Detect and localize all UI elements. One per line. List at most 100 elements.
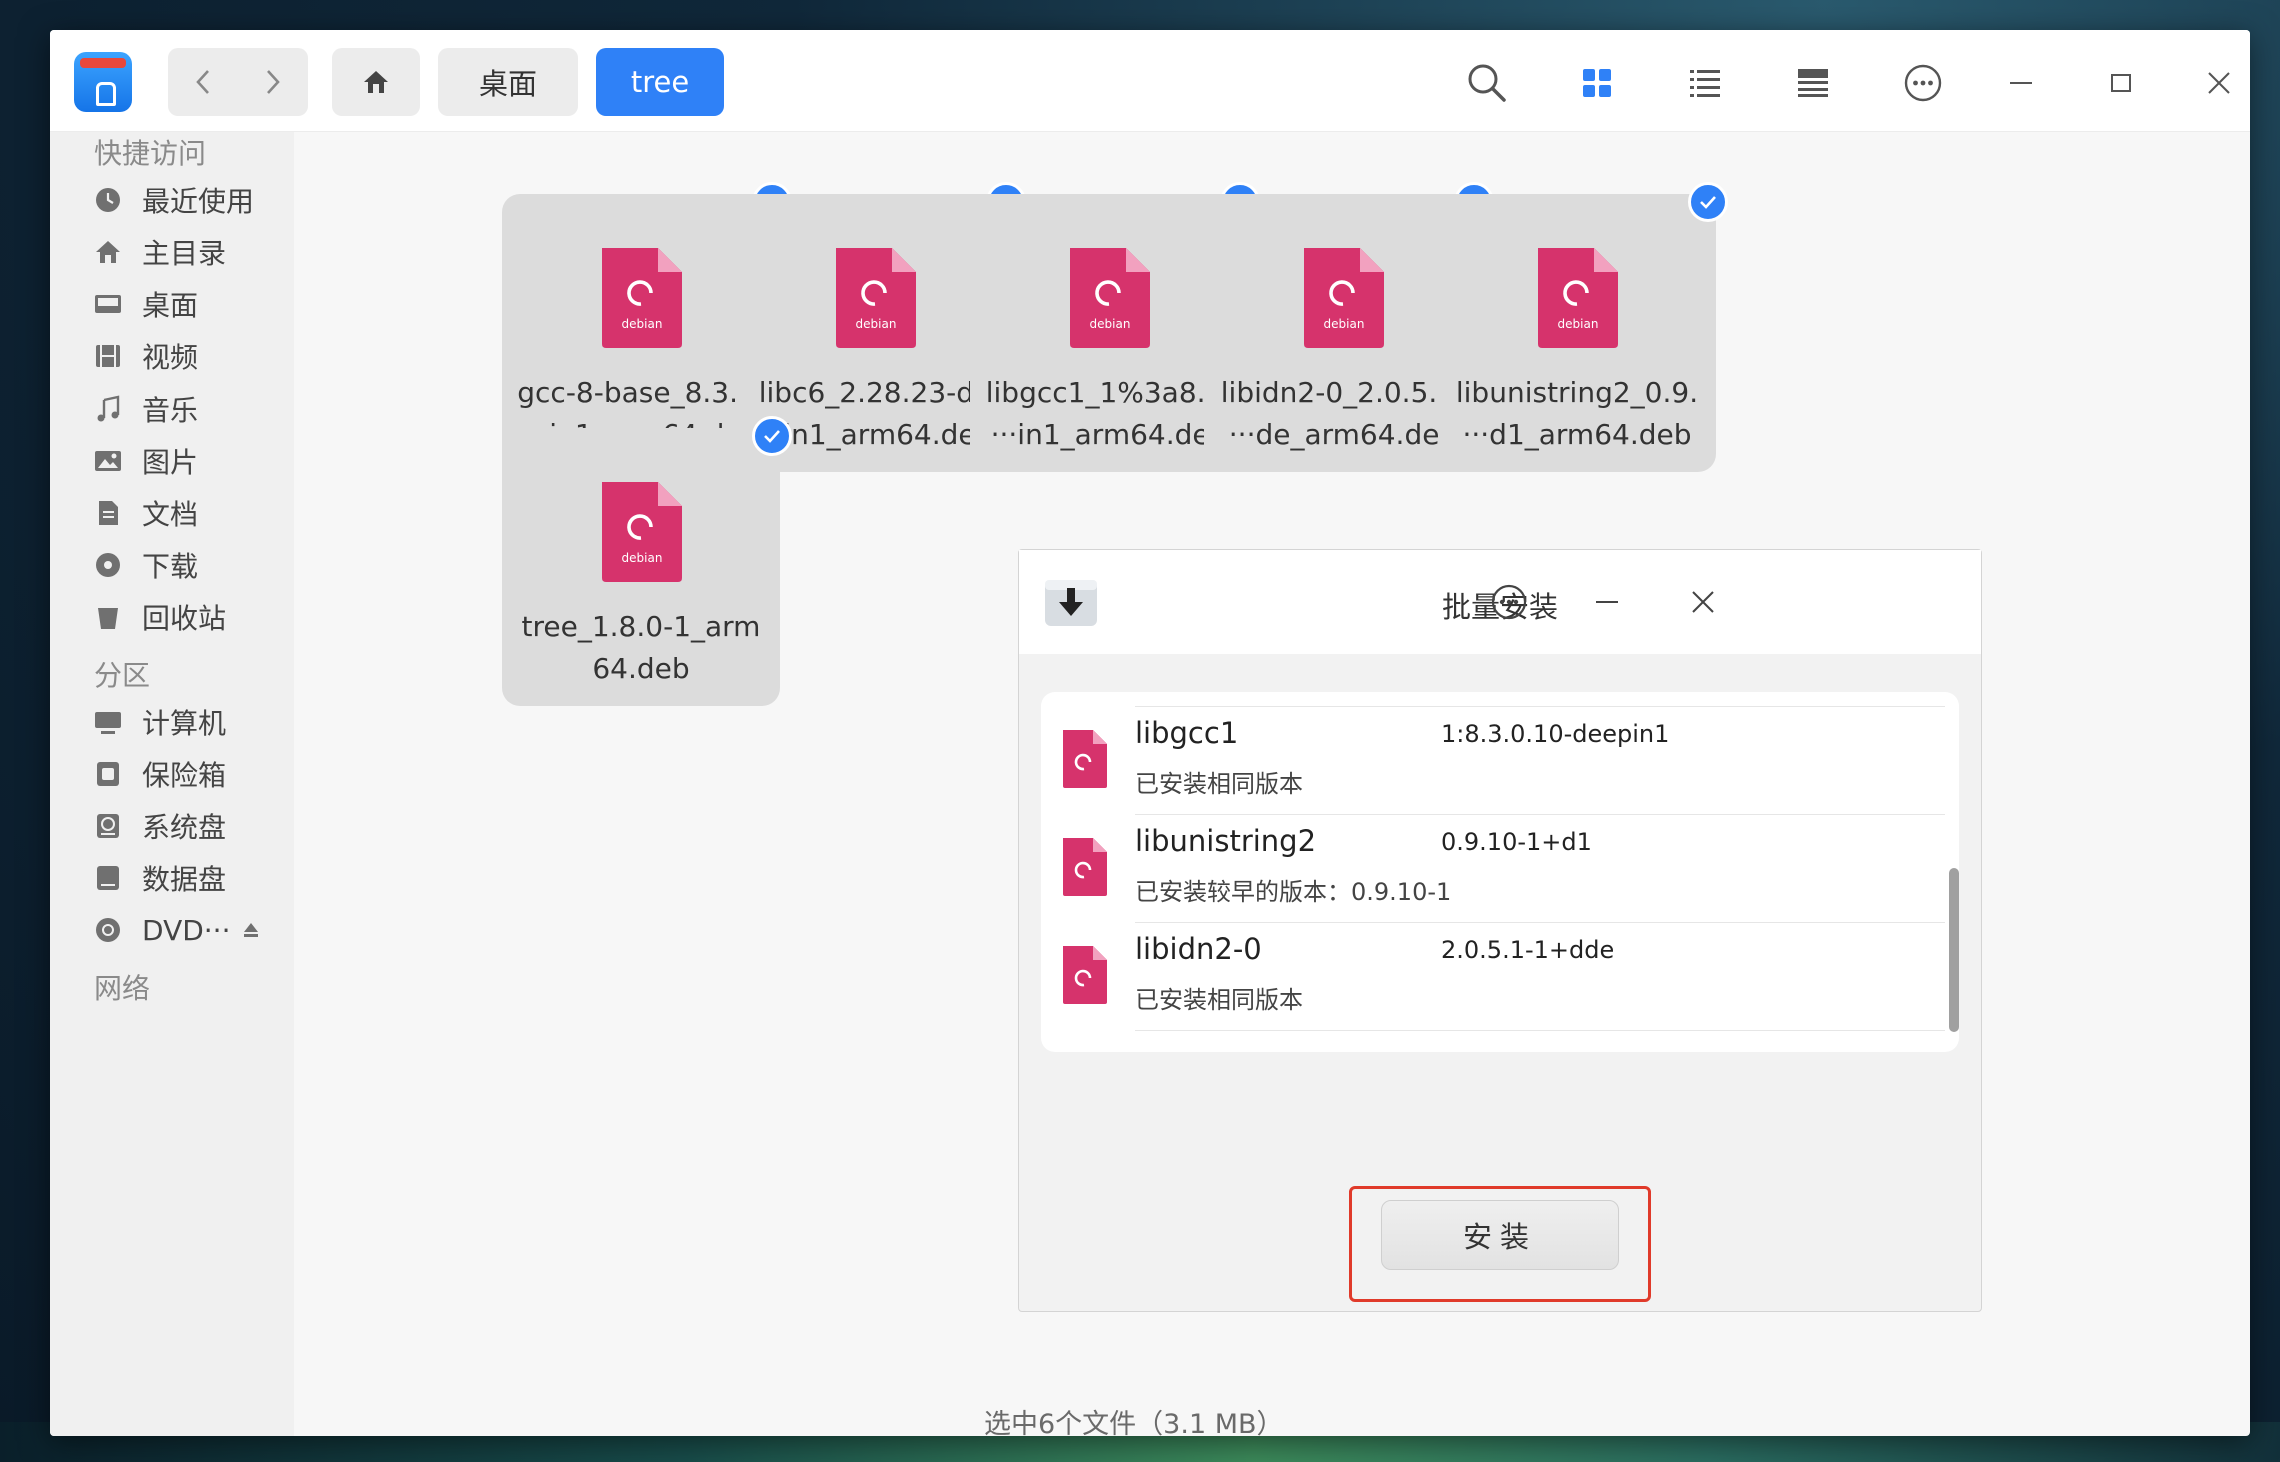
file-manager-window: 桌面 tree 快捷访问 最近使用 主目录 桌面 视频 音乐 图片 文档 下载 …: [50, 30, 2250, 1436]
close-icon: [2208, 72, 2230, 94]
sidebar-item-dvd[interactable]: DVD···: [94, 905, 260, 955]
sidebar-item-label: 数据盘: [142, 863, 227, 896]
package-status: 已安装相同版本: [1135, 770, 1303, 798]
package-list[interactable]: libgcc1 1:8.3.0.10-deepin1 已安装相同版本 libun…: [1041, 692, 1959, 1052]
file-tile[interactable]: debian tree_1.8.0-1_arm 64.deb: [502, 416, 792, 706]
file-type-badge: debian: [622, 317, 663, 331]
sidebar-item-label: 系统盘: [142, 811, 227, 844]
close-button[interactable]: [2194, 58, 2244, 108]
file-name-line: ···d1_arm64.deb: [1462, 418, 1692, 451]
selected-check-icon[interactable]: [752, 416, 792, 456]
main-menu-button[interactable]: [1898, 58, 1948, 108]
sidebar-item-label: 计算机: [142, 707, 227, 740]
detail-pane-button[interactable]: [1788, 58, 1838, 108]
chevron-right-icon: [267, 70, 280, 94]
package-version: 2.0.5.1-1+dde: [1441, 936, 1615, 964]
clock-icon: [96, 188, 120, 212]
home-icon: [96, 241, 120, 263]
sidebar-section-network: 网络: [94, 972, 151, 1005]
data-disk-icon: [97, 866, 119, 890]
sidebar-item-computer[interactable]: 计算机: [94, 697, 226, 747]
list-view-icon: [1690, 70, 1720, 97]
sidebar-item-downloads[interactable]: 下载: [94, 540, 198, 590]
sidebar-section-quick-access: 快捷访问: [94, 137, 207, 170]
sidebar-item-trash[interactable]: 回收站: [94, 592, 226, 642]
list-view-button[interactable]: [1680, 58, 1730, 108]
debian-package-icon: debian: [602, 248, 682, 348]
sidebar-item-label: 文档: [142, 498, 199, 531]
list-scrollbar[interactable]: [1949, 868, 1959, 1032]
system-disk-icon: [97, 814, 119, 838]
package-row[interactable]: libunistring2 0.9.10-1+d1 已安装较早的版本：0.9.1…: [1041, 814, 1959, 922]
file-name-line: tree_1.8.0-1_arm: [521, 610, 761, 643]
dialog-menu-button[interactable]: [1487, 580, 1531, 624]
package-row[interactable]: libgcc1 1:8.3.0.10-deepin1 已安装相同版本: [1041, 706, 1959, 814]
search-button[interactable]: [1462, 58, 1512, 108]
package-row[interactable]: libidn2-0 2.0.5.1-1+dde 已安装相同版本: [1041, 922, 1959, 1030]
debian-package-icon: debian: [1304, 248, 1384, 348]
sidebar-item-label: 保险箱: [142, 759, 227, 792]
sidebar-item-data-disk[interactable]: 数据盘: [94, 853, 226, 903]
file-name-line: 64.deb: [592, 652, 690, 685]
minimize-button[interactable]: [1996, 58, 2046, 108]
titlebar: 桌面 tree: [50, 30, 2250, 132]
list-divider: [1135, 1030, 1945, 1031]
sidebar-item-videos[interactable]: 视频: [94, 331, 198, 381]
sidebar-item-label: 视频: [142, 341, 199, 374]
video-icon: [96, 345, 120, 367]
vault-icon: [97, 762, 119, 786]
forward-button[interactable]: [238, 48, 308, 116]
package-version: 0.9.10-1+d1: [1441, 828, 1592, 856]
more-options-icon: [1904, 64, 1942, 102]
history-navigation: [168, 48, 308, 116]
sidebar-item-pictures[interactable]: 图片: [94, 436, 198, 486]
debian-package-icon: debian: [1070, 248, 1150, 348]
package-name: libgcc1: [1135, 716, 1239, 750]
debian-package-icon: debian: [602, 482, 682, 582]
sidebar-item-recent[interactable]: 最近使用: [94, 175, 254, 225]
trash-icon: [98, 608, 118, 629]
dialog-minimize-button[interactable]: [1585, 580, 1629, 624]
picture-icon: [95, 451, 121, 471]
sidebar-item-documents[interactable]: 文档: [94, 488, 198, 538]
computer-icon: [95, 712, 121, 734]
back-button[interactable]: [168, 48, 238, 116]
sidebar-item-label: DVD···: [142, 913, 231, 947]
sidebar-item-music[interactable]: 音乐: [94, 384, 198, 434]
sidebar: 快捷访问 最近使用 主目录 桌面 视频 音乐 图片 文档 下载 回收站 分区 计…: [50, 132, 294, 1436]
file-tile[interactable]: debian libunistring2_0.9. ···d1_arm64.deb: [1438, 182, 1728, 472]
search-icon: [1468, 64, 1506, 102]
debian-package-icon: debian: [836, 248, 916, 348]
install-button[interactable]: 安装: [1381, 1200, 1619, 1270]
home-icon: [364, 71, 388, 93]
debian-package-icon: [1063, 946, 1107, 1004]
sidebar-item-home[interactable]: 主目录: [94, 227, 226, 277]
home-crumb-button[interactable]: [332, 48, 420, 116]
file-type-badge: debian: [1090, 317, 1131, 331]
selected-check-icon[interactable]: [1688, 182, 1728, 222]
file-type-badge: debian: [622, 551, 663, 565]
file-type-badge: debian: [856, 317, 897, 331]
file-type-badge: debian: [1324, 317, 1365, 331]
eject-icon[interactable]: [242, 921, 260, 939]
crumb-tree[interactable]: tree: [596, 48, 724, 116]
icon-view-button[interactable]: [1572, 58, 1622, 108]
debian-package-icon: [1063, 838, 1107, 896]
crumb-desktop[interactable]: 桌面: [438, 48, 578, 116]
file-name-line: libunistring2_0.9.: [1455, 376, 1699, 409]
minimize-icon: [1596, 601, 1618, 603]
dialog-close-button[interactable]: [1681, 580, 1725, 624]
batch-install-dialog: 批量安装 libgcc1 1:8.3.0.10-deepin1 已安装相同版本 …: [1018, 549, 1982, 1312]
file-manager-logo-icon: [74, 52, 132, 112]
sidebar-item-desktop[interactable]: 桌面: [94, 279, 198, 329]
file-type-badge: debian: [1558, 317, 1599, 331]
sidebar-item-system-disk[interactable]: 系统盘: [94, 801, 226, 851]
download-icon: [96, 553, 120, 577]
sidebar-item-vault[interactable]: 保险箱: [94, 749, 226, 799]
sidebar-section-partitions: 分区: [94, 659, 151, 692]
sidebar-item-label: 回收站: [142, 602, 227, 635]
document-icon: [99, 501, 118, 525]
maximize-button[interactable]: [2096, 58, 2146, 108]
dialog-titlebar: 批量安装: [1019, 550, 1981, 654]
detail-view-icon: [1798, 69, 1828, 97]
